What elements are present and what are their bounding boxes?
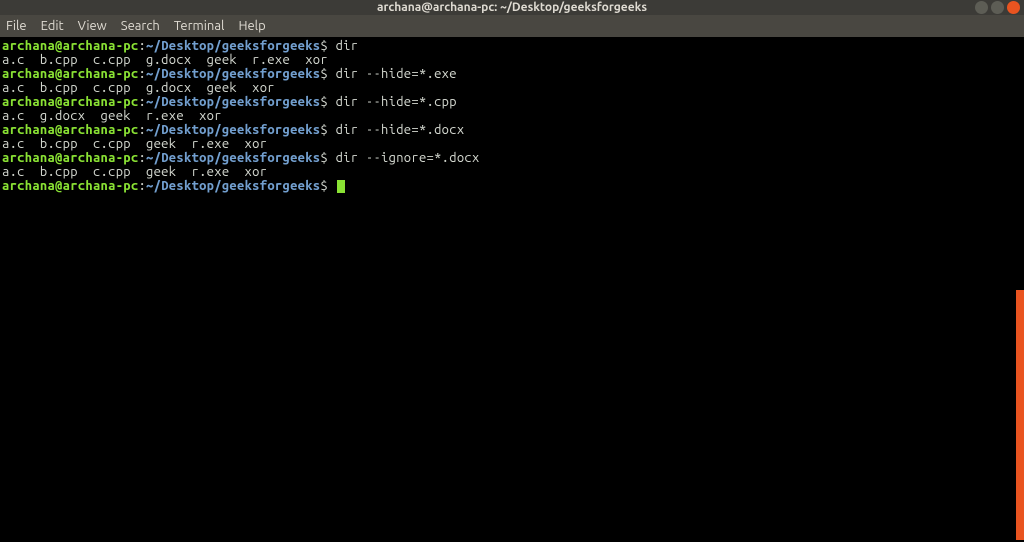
cursor [337,180,345,193]
terminal-output-line: a.c b.cpp c.cpp g.docx geek r.exe xor [2,53,1022,67]
prompt-separator: : [138,39,146,53]
prompt-path: ~/Desktop/geeksforgeeks [146,95,320,109]
prompt-path: ~/Desktop/geeksforgeeks [146,67,320,81]
prompt-path: ~/Desktop/geeksforgeeks [146,179,320,193]
terminal-output-line: a.c b.cpp c.cpp geek r.exe xor [2,165,1022,179]
prompt-symbol: $ [320,151,335,165]
prompt-separator: : [138,95,146,109]
terminal-command-line: archana@archana-pc:~/Desktop/geeksforgee… [2,39,1022,53]
terminal-command-line: archana@archana-pc:~/Desktop/geeksforgee… [2,151,1022,165]
prompt-user: archana@archana-pc [2,67,138,81]
command-text: dir --ignore=*.docx [336,151,480,165]
prompt-path: ~/Desktop/geeksforgeeks [146,39,320,53]
close-button[interactable] [1007,1,1020,14]
command-text: dir --hide=*.cpp [336,95,457,109]
terminal-output-line: a.c b.cpp c.cpp g.docx geek xor [2,81,1022,95]
output-text: a.c b.cpp c.cpp g.docx geek r.exe xor [2,53,328,67]
prompt-user: archana@archana-pc [2,123,138,137]
terminal-command-line: archana@archana-pc:~/Desktop/geeksforgee… [2,179,1022,193]
prompt-user: archana@archana-pc [2,179,138,193]
command-text: dir --hide=*.exe [336,67,457,81]
prompt-separator: : [138,67,146,81]
terminal-command-line: archana@archana-pc:~/Desktop/geeksforgee… [2,123,1022,137]
prompt-symbol: $ [320,179,335,193]
prompt-separator: : [138,179,146,193]
menu-file[interactable]: File [6,19,27,33]
prompt-path: ~/Desktop/geeksforgeeks [146,151,320,165]
command-text: dir --hide=*.docx [336,123,465,137]
menu-view[interactable]: View [78,19,107,33]
minimize-button[interactable] [975,1,988,14]
prompt-user: archana@archana-pc [2,95,138,109]
terminal-command-line: archana@archana-pc:~/Desktop/geeksforgee… [2,95,1022,109]
menubar: File Edit View Search Terminal Help [0,15,1024,37]
menu-edit[interactable]: Edit [41,19,64,33]
output-text: a.c b.cpp c.cpp geek r.exe xor [2,165,267,179]
terminal-output-line: a.c g.docx geek r.exe xor [2,109,1022,123]
prompt-separator: : [138,123,146,137]
prompt-symbol: $ [320,123,335,137]
output-text: a.c b.cpp c.cpp g.docx geek xor [2,81,275,95]
prompt-symbol: $ [320,67,335,81]
menu-terminal[interactable]: Terminal [174,19,225,33]
output-text: a.c b.cpp c.cpp geek r.exe xor [2,137,267,151]
prompt-symbol: $ [320,95,335,109]
terminal-output-line: a.c b.cpp c.cpp geek r.exe xor [2,137,1022,151]
scrollbar-thumb[interactable] [1016,290,1024,540]
window-controls [975,1,1020,14]
maximize-button[interactable] [991,1,1004,14]
prompt-path: ~/Desktop/geeksforgeeks [146,123,320,137]
window-title: archana@archana-pc: ~/Desktop/geeksforge… [377,1,647,14]
titlebar: archana@archana-pc: ~/Desktop/geeksforge… [0,0,1024,15]
command-text: dir [336,39,359,53]
prompt-user: archana@archana-pc [2,151,138,165]
terminal-area[interactable]: archana@archana-pc:~/Desktop/geeksforgee… [0,37,1024,195]
prompt-user: archana@archana-pc [2,39,138,53]
output-text: a.c g.docx geek r.exe xor [2,109,222,123]
menu-help[interactable]: Help [238,19,265,33]
menu-search[interactable]: Search [121,19,160,33]
prompt-symbol: $ [320,39,335,53]
prompt-separator: : [138,151,146,165]
terminal-command-line: archana@archana-pc:~/Desktop/geeksforgee… [2,67,1022,81]
